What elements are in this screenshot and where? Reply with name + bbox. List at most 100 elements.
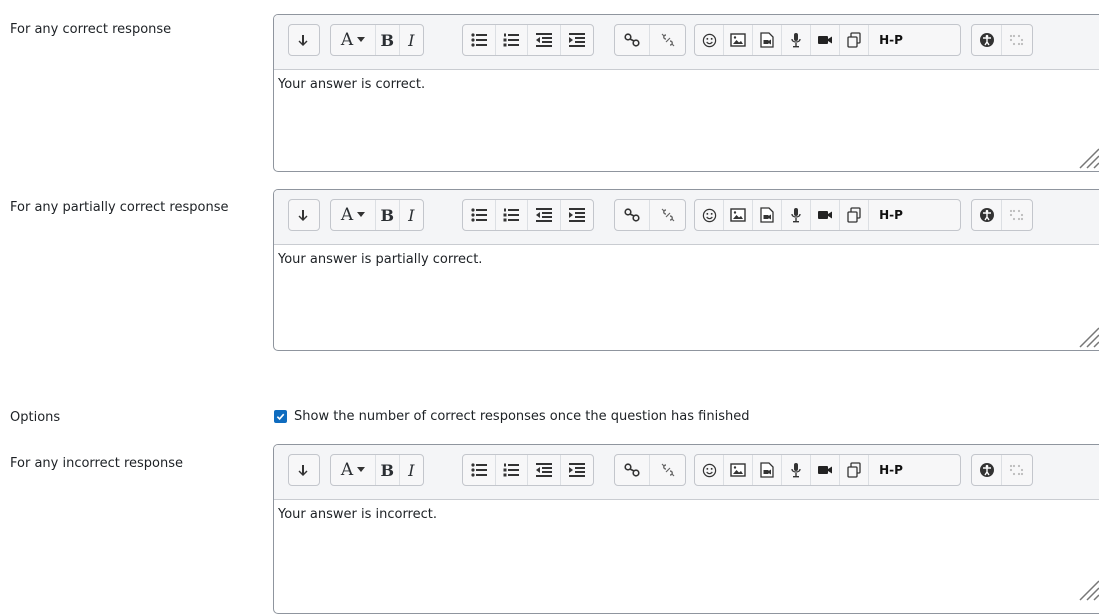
microphone-icon bbox=[791, 208, 801, 223]
italic-button[interactable]: I bbox=[400, 200, 423, 230]
font-style-icon: A bbox=[340, 205, 354, 225]
record-video-button[interactable] bbox=[811, 200, 840, 230]
manage-files-button[interactable] bbox=[840, 200, 869, 230]
image-icon bbox=[730, 33, 746, 47]
resize-grip-icon[interactable] bbox=[1074, 322, 1099, 348]
unlink-button[interactable] bbox=[650, 25, 685, 55]
bold-button[interactable]: B bbox=[376, 200, 400, 230]
insert-media-button[interactable] bbox=[753, 455, 782, 485]
show-num-correct-label: Show the number of correct responses onc… bbox=[294, 409, 750, 424]
paragraph-styles-button[interactable]: A bbox=[331, 25, 377, 55]
link-button[interactable] bbox=[615, 455, 651, 485]
insert-media-button[interactable] bbox=[753, 200, 782, 230]
outdent-icon bbox=[535, 208, 552, 222]
record-audio-button[interactable] bbox=[782, 455, 811, 485]
toolbar-group-style: A B I bbox=[330, 454, 424, 486]
manage-files-button[interactable] bbox=[840, 455, 869, 485]
caret-down-icon bbox=[357, 37, 366, 42]
h5p-icon: H-P bbox=[879, 33, 903, 47]
unordered-list-button[interactable] bbox=[463, 455, 496, 485]
accessibility-icon bbox=[979, 463, 994, 477]
partially-correct-feedback-editor[interactable]: A B I H-P Your answer is partially corre… bbox=[273, 189, 1099, 351]
toolbar-group-lists bbox=[462, 199, 594, 231]
incorrect-feedback-editor[interactable]: A B I H-P Your answer is incorrect. bbox=[273, 444, 1099, 614]
editor-content[interactable]: Your answer is correct. bbox=[274, 70, 1099, 171]
outdent-button[interactable] bbox=[528, 25, 561, 55]
show-more-buttons[interactable] bbox=[289, 455, 319, 485]
toolbar-group-links bbox=[614, 454, 686, 486]
accessibility-checker-button[interactable] bbox=[972, 25, 1002, 55]
insert-image-button[interactable] bbox=[724, 25, 753, 55]
insert-media-button[interactable] bbox=[753, 25, 782, 55]
toolbar-group-links bbox=[614, 199, 686, 231]
outdent-button[interactable] bbox=[528, 200, 561, 230]
toolbar-group-style: A B I bbox=[330, 24, 424, 56]
bold-button[interactable]: B bbox=[376, 25, 400, 55]
smiley-icon bbox=[702, 463, 716, 477]
h5p-button[interactable]: H-P bbox=[869, 200, 913, 230]
correct-feedback-label: For any correct response bbox=[10, 22, 172, 37]
toolbar-group-accessibility bbox=[971, 24, 1033, 56]
editor-content[interactable]: Your answer is incorrect. bbox=[274, 500, 1099, 613]
emoji-button[interactable] bbox=[695, 455, 724, 485]
insert-image-button[interactable] bbox=[724, 455, 753, 485]
screenreader-helper-button[interactable] bbox=[1002, 200, 1032, 230]
unordered-list-button[interactable] bbox=[463, 25, 496, 55]
toolbar-group-lists bbox=[462, 454, 594, 486]
manage-files-button[interactable] bbox=[840, 25, 869, 55]
emoji-button[interactable] bbox=[695, 200, 724, 230]
record-video-button[interactable] bbox=[811, 455, 840, 485]
resize-grip-icon[interactable] bbox=[1074, 575, 1099, 601]
image-icon bbox=[730, 463, 746, 477]
indent-button[interactable] bbox=[561, 455, 593, 485]
editor-toolbar: A B I H-P bbox=[274, 190, 1099, 245]
bold-button[interactable]: B bbox=[376, 455, 400, 485]
h5p-button[interactable]: H-P bbox=[869, 455, 913, 485]
accessibility-checker-button[interactable] bbox=[972, 455, 1002, 485]
editor-content[interactable]: Your answer is partially correct. bbox=[274, 245, 1099, 350]
numbered-list-icon bbox=[503, 33, 520, 47]
screenreader-helper-button[interactable] bbox=[1002, 25, 1032, 55]
media-file-icon bbox=[760, 462, 774, 478]
record-video-button[interactable] bbox=[811, 25, 840, 55]
insert-image-button[interactable] bbox=[724, 200, 753, 230]
toolbar-group-insert: H-P bbox=[694, 454, 961, 486]
indent-button[interactable] bbox=[561, 25, 593, 55]
paragraph-styles-button[interactable]: A bbox=[331, 455, 377, 485]
indent-button[interactable] bbox=[561, 200, 593, 230]
partially-correct-feedback-label: For any partially correct response bbox=[10, 200, 229, 215]
toolbar-group-collapse bbox=[288, 24, 320, 56]
editor-toolbar: A B I H-P bbox=[274, 445, 1099, 500]
accessibility-checker-button[interactable] bbox=[972, 200, 1002, 230]
correct-feedback-editor[interactable]: A B I H-P Your answer is correct. bbox=[273, 14, 1099, 172]
h5p-button[interactable]: H-P bbox=[869, 25, 913, 55]
link-button[interactable] bbox=[615, 25, 651, 55]
show-more-buttons[interactable] bbox=[289, 25, 319, 55]
ordered-list-button[interactable] bbox=[496, 200, 528, 230]
show-num-correct-option: Show the number of correct responses onc… bbox=[274, 409, 749, 424]
italic-button[interactable]: I bbox=[400, 455, 423, 485]
toolbar-group-accessibility bbox=[971, 199, 1033, 231]
show-num-correct-checkbox[interactable] bbox=[274, 410, 287, 423]
show-more-buttons[interactable] bbox=[289, 200, 319, 230]
unlink-button[interactable] bbox=[650, 455, 685, 485]
link-icon bbox=[624, 208, 640, 222]
emoji-button[interactable] bbox=[695, 25, 724, 55]
link-button[interactable] bbox=[615, 200, 651, 230]
smiley-icon bbox=[702, 33, 716, 47]
italic-button[interactable]: I bbox=[400, 25, 423, 55]
resize-grip-icon[interactable] bbox=[1074, 143, 1099, 169]
unlink-button[interactable] bbox=[650, 200, 685, 230]
outdent-button[interactable] bbox=[528, 455, 561, 485]
ordered-list-button[interactable] bbox=[496, 25, 528, 55]
unordered-list-button[interactable] bbox=[463, 200, 496, 230]
record-audio-button[interactable] bbox=[782, 25, 811, 55]
record-audio-button[interactable] bbox=[782, 200, 811, 230]
paragraph-styles-button[interactable]: A bbox=[331, 200, 377, 230]
video-camera-icon bbox=[818, 211, 832, 219]
link-icon bbox=[624, 463, 640, 477]
accessibility-icon bbox=[979, 208, 994, 222]
ordered-list-button[interactable] bbox=[496, 455, 528, 485]
screenreader-helper-button[interactable] bbox=[1002, 455, 1032, 485]
arrow-down-icon bbox=[298, 465, 308, 476]
